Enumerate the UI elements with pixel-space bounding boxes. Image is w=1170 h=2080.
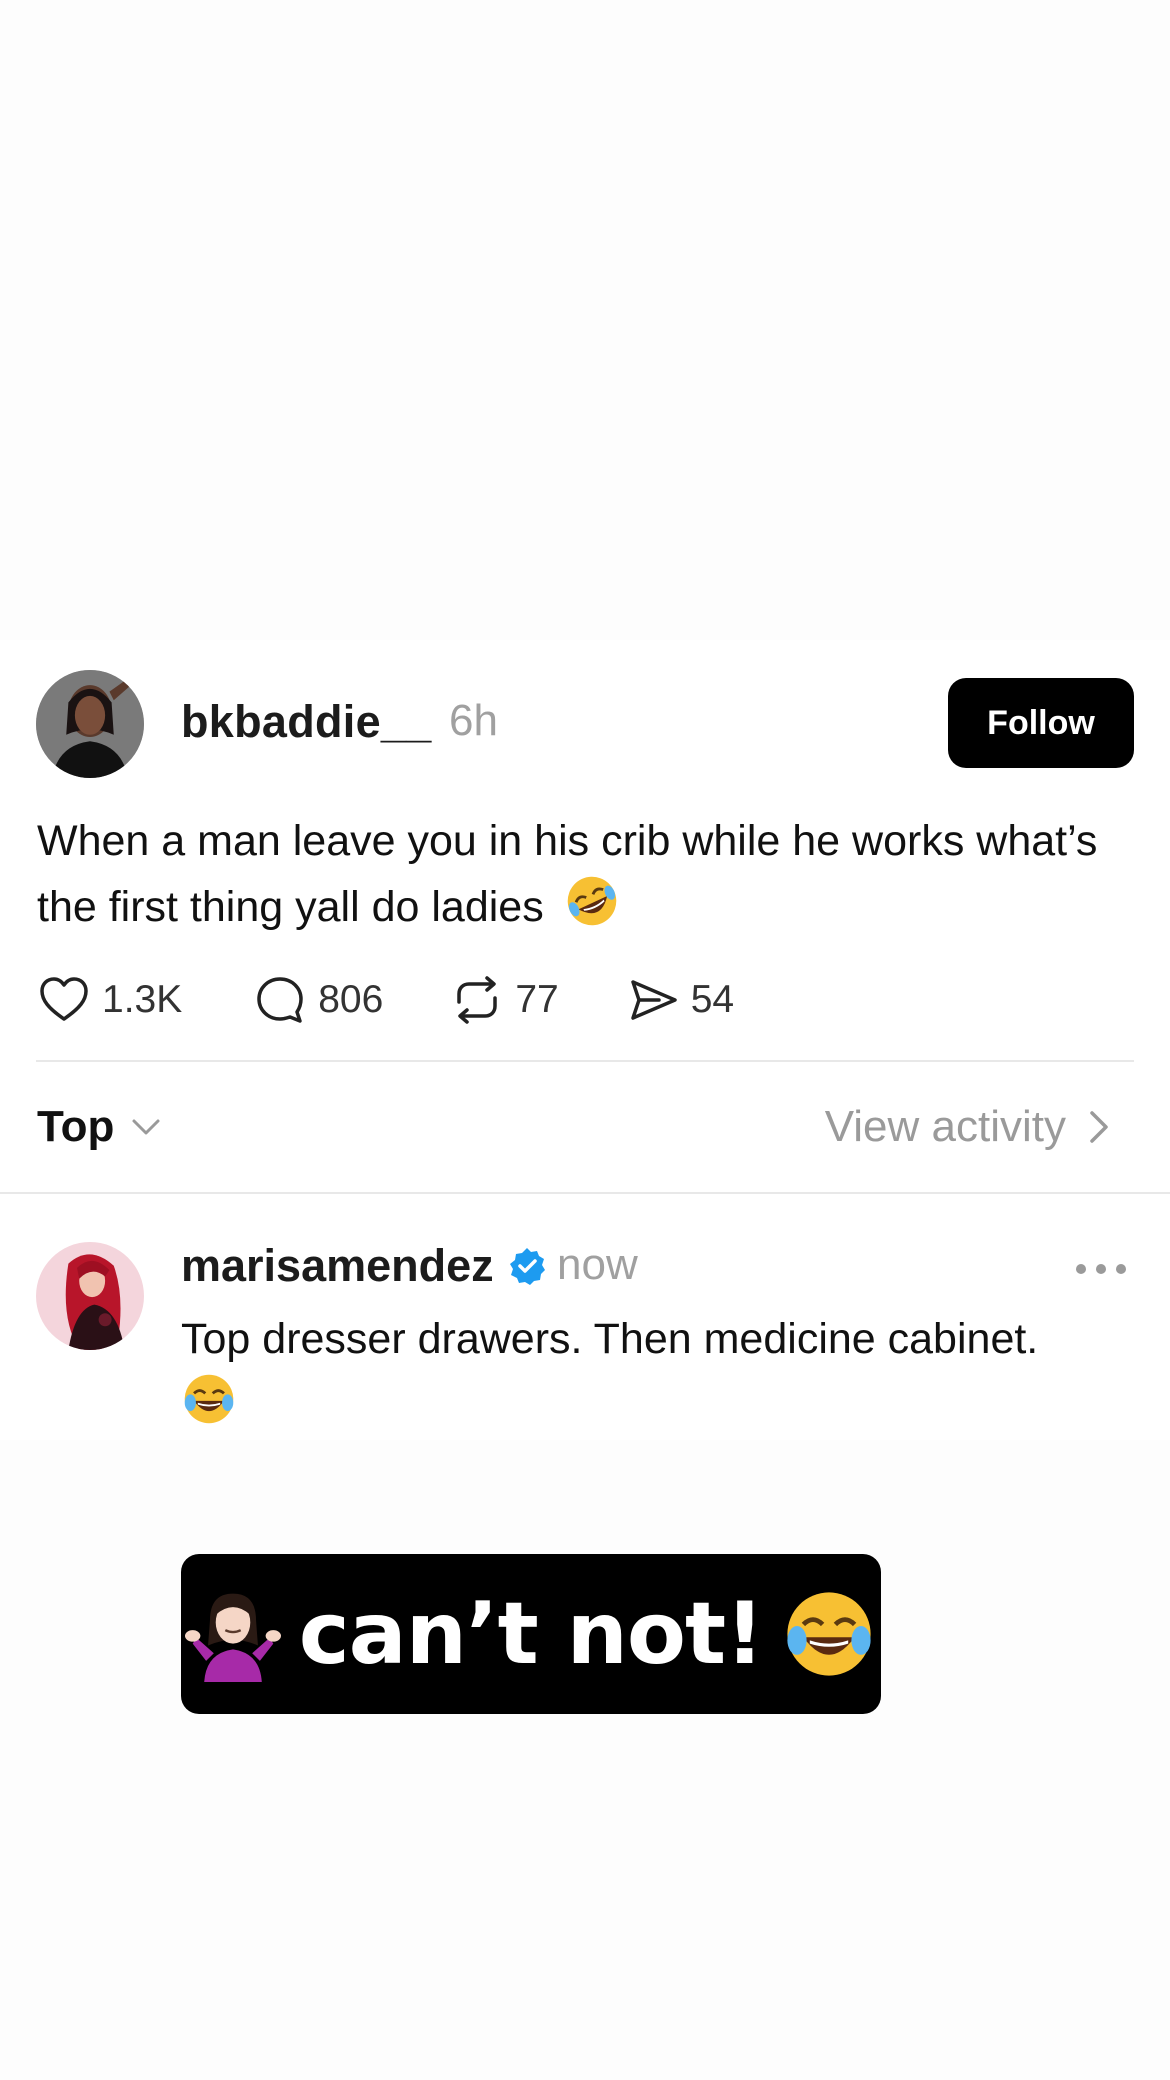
view-activity-link[interactable]: View activity [825,1102,1116,1152]
sticker-text: can’t not! [298,1584,765,1684]
reply-count: 806 [318,978,384,1021]
divider [0,1192,1170,1194]
send-icon [630,980,677,1020]
reply-button[interactable]: 806 [252,970,383,1030]
face-with-tears-of-joy-emoji-icon [787,1592,871,1676]
post-body: When a man leave you in his crib while h… [37,810,1127,939]
reaction-sticker: can’t not! [181,1554,881,1714]
verified-badge-icon [510,1248,545,1285]
heart-icon [40,977,88,1021]
more-options-button[interactable] [1076,1254,1126,1284]
repost-button[interactable]: 77 [449,970,559,1030]
sort-label: Top [37,1102,115,1151]
more-dot-icon [1116,1264,1126,1274]
divider [36,1060,1134,1062]
post-card: bkbaddie__ 6h Follow When a man leave yo… [0,640,1170,1440]
view-activity-label: View activity [824,1102,1066,1151]
more-dot-icon [1076,1264,1086,1274]
reply-author-avatar[interactable] [36,1242,144,1350]
reply-author-username[interactable]: marisamendez [181,1240,494,1292]
sort-dropdown[interactable]: Top [37,1102,164,1152]
post-actions: 1.3K 806 77 54 [36,970,734,1030]
follow-button[interactable]: Follow [948,678,1134,768]
repost-count: 77 [515,978,559,1021]
chevron-right-icon [1090,1111,1108,1143]
person-shrugging-emoji-icon [184,1593,281,1682]
share-count: 54 [690,978,735,1021]
like-count: 1.3K [102,978,183,1021]
chevron-down-icon [132,1119,160,1135]
post-timestamp: 6h [449,696,498,745]
post-author-avatar[interactable] [36,670,144,778]
comment-icon [257,977,303,1023]
rolling-on-floor-laughing-emoji-icon [567,876,616,926]
share-button[interactable]: 54 [625,970,734,1030]
like-button[interactable]: 1.3K [36,970,182,1030]
post-author-username[interactable]: bkbaddie__ [181,696,432,748]
face-with-tears-of-joy-emoji-icon [184,1374,234,1424]
reply-body: Top dresser drawers. Then medicine cabin… [181,1308,1141,1437]
reply-timestamp: now [557,1240,638,1289]
repost-icon [457,976,498,1024]
more-dot-icon [1096,1264,1106,1274]
reply-body-text: Top dresser drawers. Then medicine cabin… [181,1315,1039,1363]
